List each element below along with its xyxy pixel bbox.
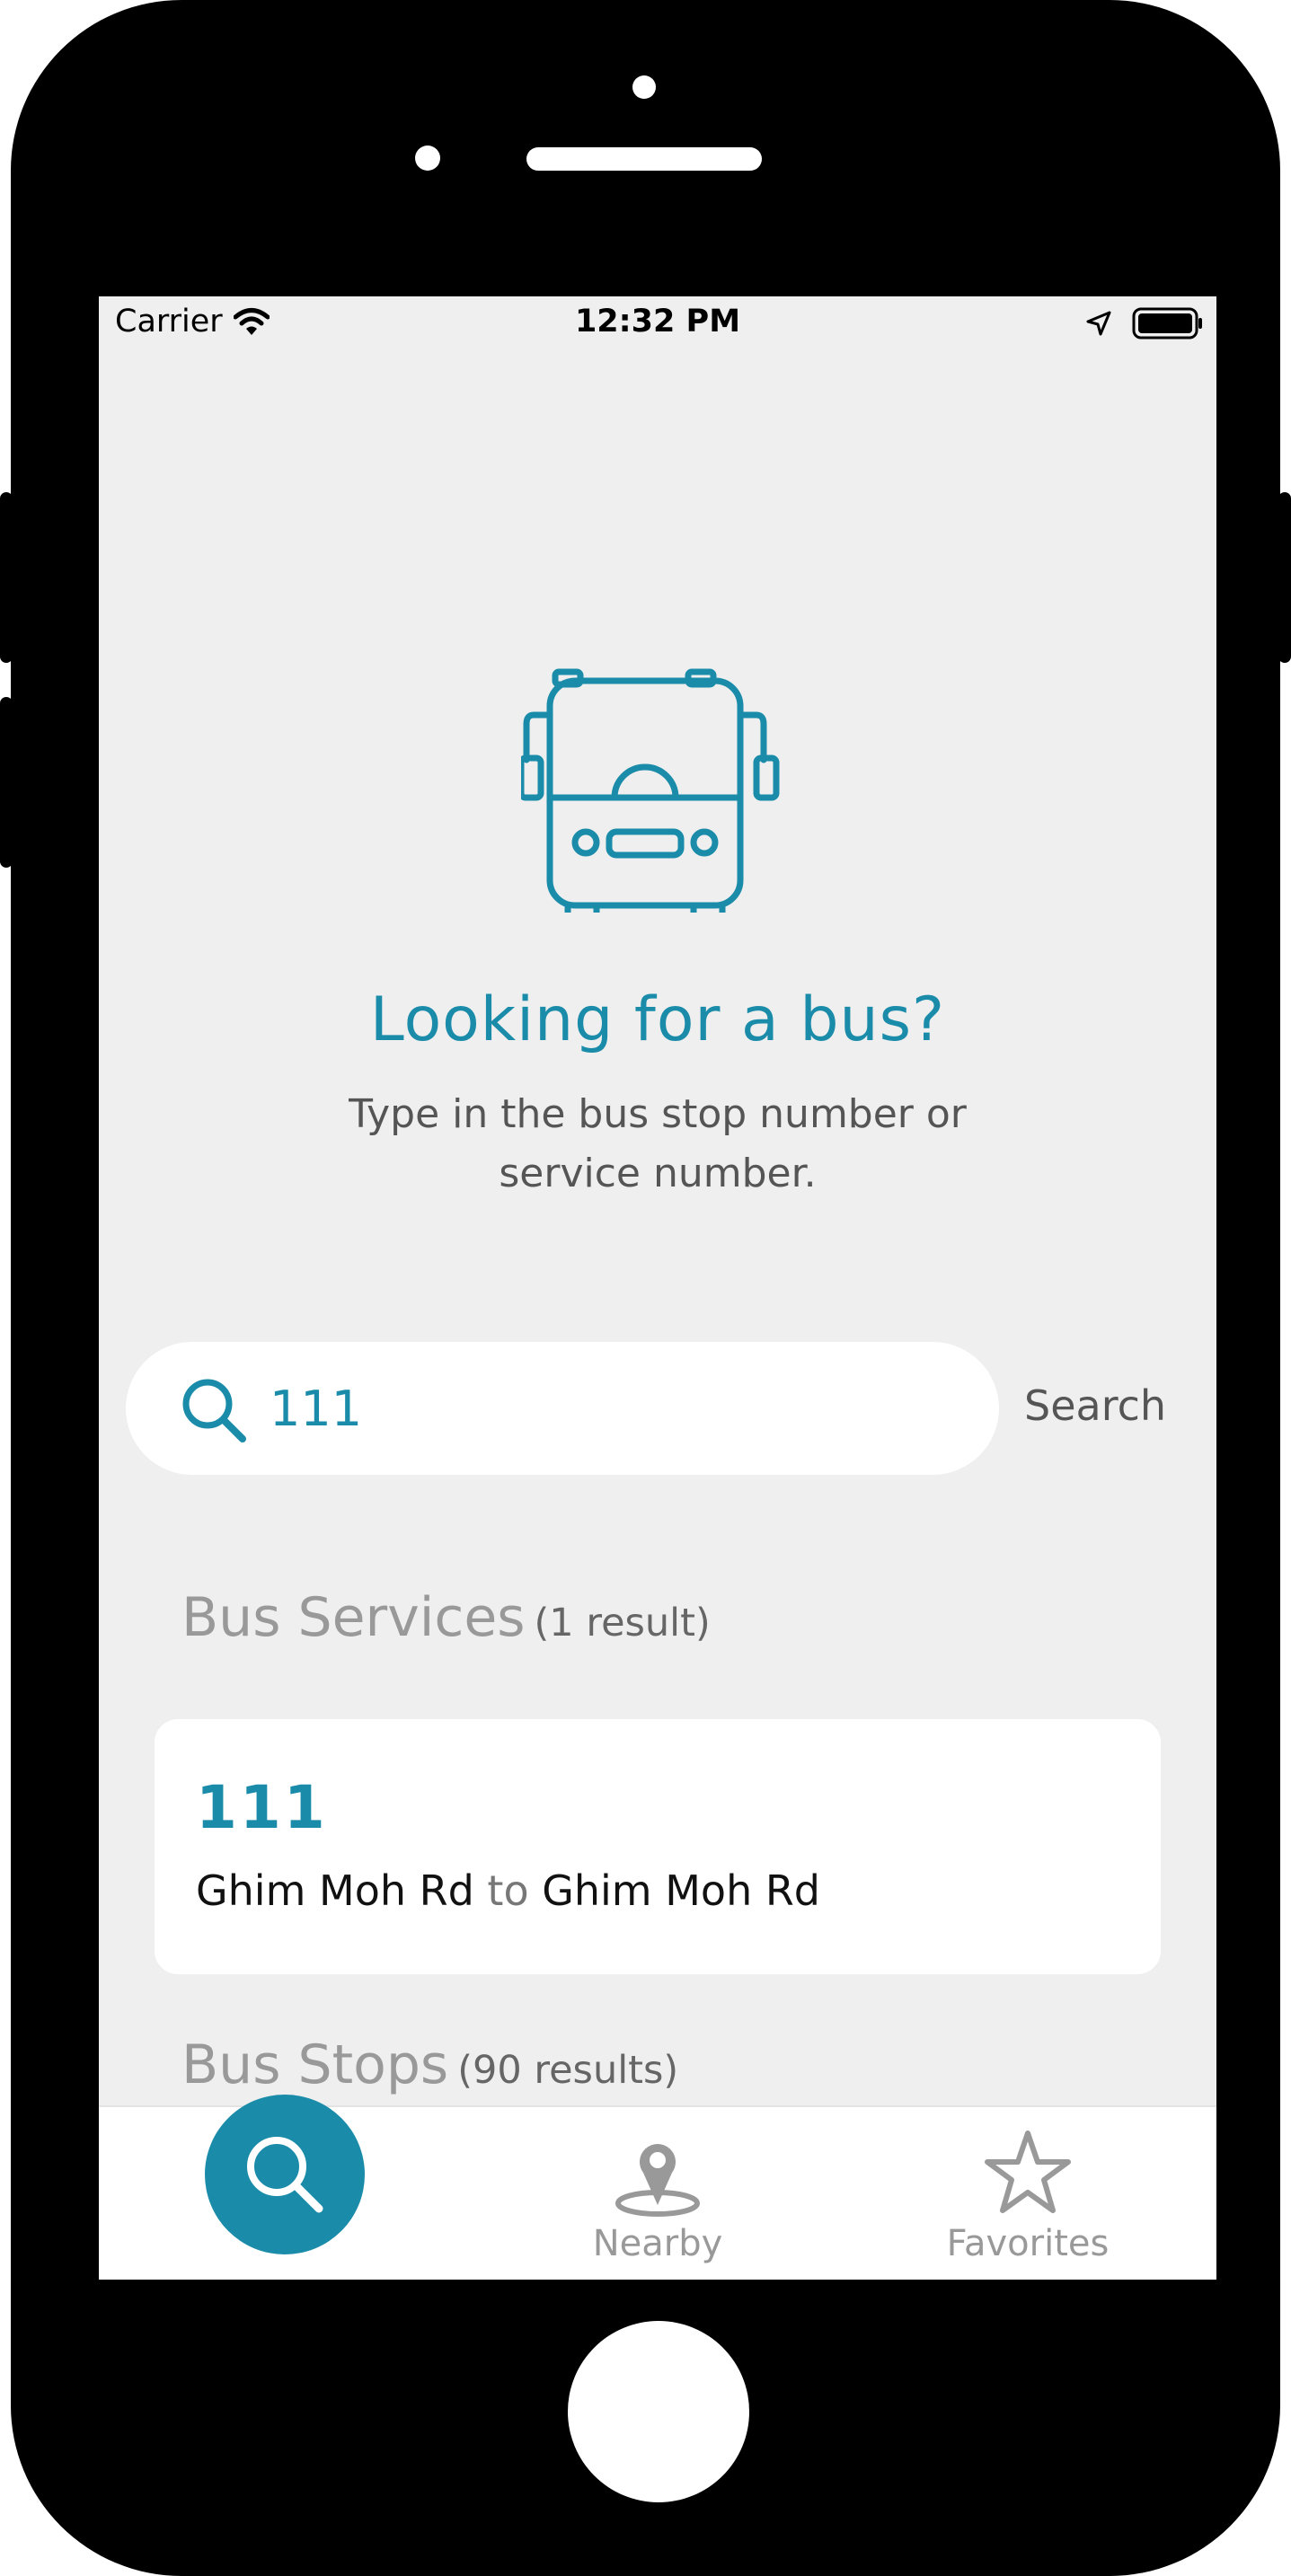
mute-switch [0,492,13,663]
tab-bar: Nearby Favorites [99,2095,1216,2280]
search-icon [247,2137,323,2213]
result-count: (1 result) [534,1601,711,1645]
home-button[interactable] [568,2321,749,2502]
bus-stops-heading: Bus Stops (90 results) [181,2033,678,2096]
route-destination: Ghim Moh Rd [542,1866,820,1915]
tab-label: Favorites [946,2223,1110,2264]
tab-label: Nearby [592,2223,723,2264]
hero-title: Looking for a bus? [369,984,946,1055]
bus-services-heading: Bus Services (1 result) [181,1586,711,1649]
search-input[interactable] [270,1372,952,1444]
status-time: 12:32 PM [574,304,741,340]
route-connector: to [487,1866,529,1915]
search-icon [180,1376,248,1448]
tab-nearby[interactable]: Nearby [541,2120,774,2272]
power-button [1278,492,1291,663]
battery-icon [1132,307,1204,348]
result-count: (90 results) [457,2048,679,2093]
tab-favorites[interactable]: Favorites [911,2120,1145,2272]
app-screen: Carrier 12:32 PM Looking for a bus? Type… [99,296,1216,2280]
section-title: Bus Stops [181,2033,449,2096]
star-icon [985,2130,1071,2213]
route-origin: Ghim Moh Rd [196,1866,474,1915]
earpiece-speaker [526,147,762,171]
volume-button [0,697,13,868]
bus-service-result-card[interactable]: 111 Ghim Moh Rd to Ghim Moh Rd [155,1719,1161,1974]
location-arrow-icon [1085,309,1112,345]
front-camera [632,75,656,99]
tab-search[interactable] [205,2095,365,2254]
proximity-sensor [415,146,440,171]
section-title: Bus Services [181,1586,526,1649]
hero-subtitle: Type in the bus stop number or service n… [349,1091,967,1196]
status-bar: Carrier 12:32 PM [99,296,1216,354]
search-bar[interactable] [126,1342,999,1475]
search-button[interactable]: Search [1024,1374,1195,1437]
service-number: 111 [196,1773,328,1842]
map-pin-icon [615,2144,700,2217]
service-route: Ghim Moh Rd to Ghim Moh Rd [196,1866,820,1915]
phone-frame: Carrier 12:32 PM Looking for a bus? Type… [11,0,1280,2576]
bus-icon [517,661,787,945]
